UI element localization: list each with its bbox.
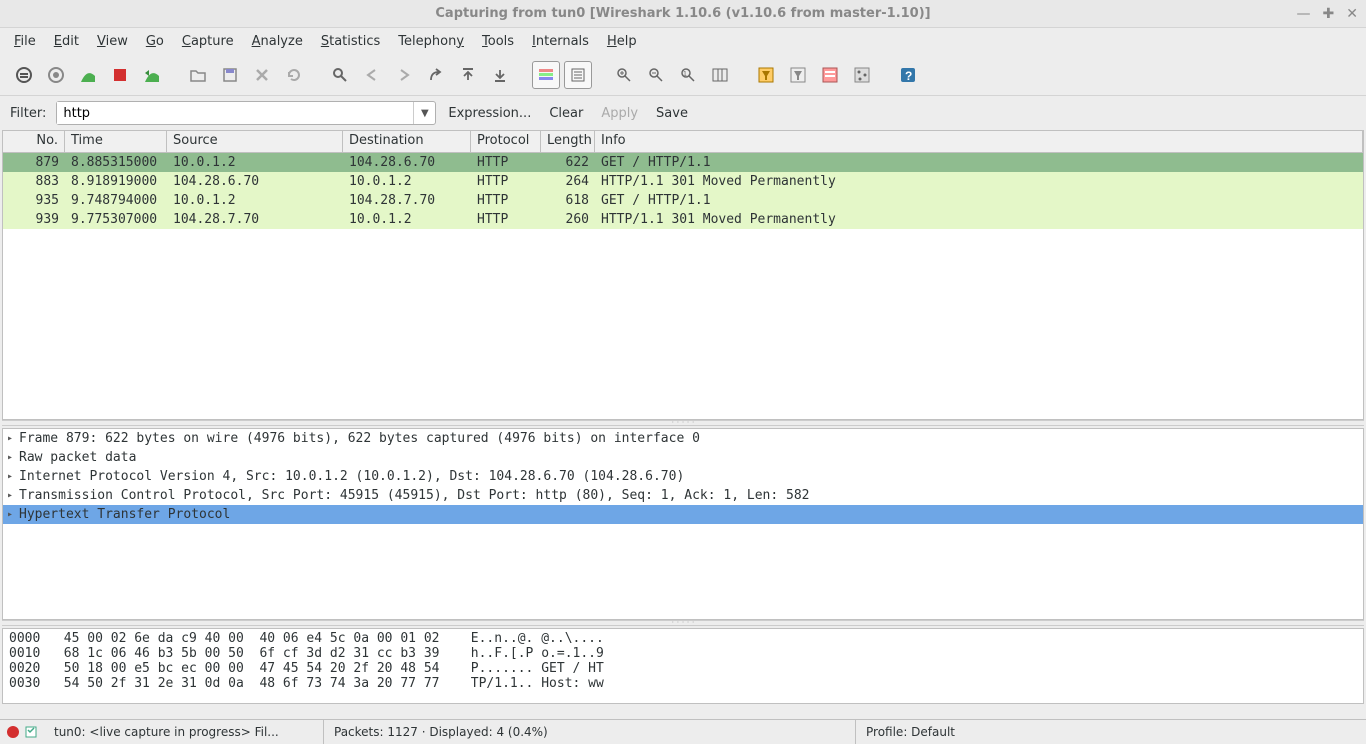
splitter-1[interactable]: · · · · · [2, 420, 1364, 426]
menu-statistics[interactable]: Statistics [313, 31, 388, 52]
filter-input[interactable] [57, 102, 413, 124]
detail-row[interactable]: ▸Hypertext Transfer Protocol [3, 505, 1363, 524]
packet-row[interactable]: 8838.918919000104.28.6.7010.0.1.2HTTP264… [3, 172, 1363, 191]
menu-go[interactable]: Go [138, 31, 172, 52]
capture-comment-icon[interactable] [24, 725, 38, 739]
close-file-button[interactable] [248, 61, 276, 89]
resize-columns-button[interactable] [706, 61, 734, 89]
start-capture-button[interactable] [74, 61, 102, 89]
filter-input-wrap: ▼ [56, 101, 436, 125]
status-profile[interactable]: Profile: Default [856, 720, 1366, 744]
packet-list-body[interactable]: 8798.88531500010.0.1.2104.28.6.70HTTP622… [3, 153, 1363, 229]
splitter-2[interactable]: · · · · · [2, 620, 1364, 626]
menu-file[interactable]: File [6, 31, 44, 52]
packet-list-header: No. Time Source Destination Protocol Len… [3, 131, 1363, 153]
menu-help[interactable]: Help [599, 31, 645, 52]
goto-packet-button[interactable] [422, 61, 450, 89]
autoscroll-button[interactable] [564, 61, 592, 89]
svg-text:1: 1 [683, 71, 687, 78]
open-file-button[interactable] [184, 61, 212, 89]
zoom-out-button[interactable] [642, 61, 670, 89]
status-file: tun0: <live capture in progress> Fil... [44, 720, 324, 744]
status-bar: tun0: <live capture in progress> Fil... … [0, 719, 1366, 744]
packet-bytes-pane[interactable]: 0000 45 00 02 6e da c9 40 00 40 06 e4 5c… [2, 628, 1364, 704]
svg-text:?: ? [905, 69, 912, 83]
reload-button[interactable] [280, 61, 308, 89]
coloring-rules-button[interactable] [816, 61, 844, 89]
go-back-button[interactable] [358, 61, 386, 89]
menu-view[interactable]: View [89, 31, 136, 52]
col-destination[interactable]: Destination [343, 131, 471, 152]
title-bar: Capturing from tun0 [Wireshark 1.10.6 (v… [0, 0, 1366, 28]
menu-tools[interactable]: Tools [474, 31, 522, 52]
filter-label: Filter: [10, 106, 46, 121]
packet-row[interactable]: 8798.88531500010.0.1.2104.28.6.70HTTP622… [3, 153, 1363, 172]
detail-row[interactable]: ▸Raw packet data [3, 448, 1363, 467]
detail-row[interactable]: ▸Internet Protocol Version 4, Src: 10.0.… [3, 467, 1363, 486]
menu-bar: FileEditViewGoCaptureAnalyzeStatisticsTe… [0, 28, 1366, 54]
window-title: Capturing from tun0 [Wireshark 1.10.6 (v… [435, 6, 930, 21]
status-packets: Packets: 1127 · Displayed: 4 (0.4%) [324, 720, 856, 744]
zoom-in-button[interactable] [610, 61, 638, 89]
menu-edit[interactable]: Edit [46, 31, 87, 52]
goto-last-button[interactable] [486, 61, 514, 89]
filter-dropdown-icon[interactable]: ▼ [413, 102, 435, 124]
packet-details-pane[interactable]: ▸Frame 879: 622 bytes on wire (4976 bits… [2, 428, 1364, 620]
col-no[interactable]: No. [3, 131, 65, 152]
col-info[interactable]: Info [595, 131, 1363, 152]
menu-telephony[interactable]: Telephony [390, 31, 472, 52]
restart-capture-button[interactable] [138, 61, 166, 89]
interfaces-button[interactable] [10, 61, 38, 89]
detail-row[interactable]: ▸Frame 879: 622 bytes on wire (4976 bits… [3, 429, 1363, 448]
col-protocol[interactable]: Protocol [471, 131, 541, 152]
detail-row[interactable]: ▸Transmission Control Protocol, Src Port… [3, 486, 1363, 505]
close-button[interactable]: ✕ [1346, 6, 1358, 22]
clear-button[interactable]: Clear [543, 104, 589, 123]
expression-button[interactable]: Expression... [442, 104, 537, 123]
menu-analyze[interactable]: Analyze [244, 31, 311, 52]
stop-capture-button[interactable] [106, 61, 134, 89]
display-filters-button[interactable] [784, 61, 812, 89]
options-button[interactable] [42, 61, 70, 89]
packet-row[interactable]: 9399.775307000104.28.7.7010.0.1.2HTTP260… [3, 210, 1363, 229]
apply-button[interactable]: Apply [595, 104, 644, 123]
menu-capture[interactable]: Capture [174, 31, 242, 52]
goto-first-button[interactable] [454, 61, 482, 89]
packet-row[interactable]: 9359.74879400010.0.1.2104.28.7.70HTTP618… [3, 191, 1363, 210]
save-button[interactable] [216, 61, 244, 89]
col-source[interactable]: Source [167, 131, 343, 152]
window-controls: — ✚ ✕ [1297, 6, 1358, 22]
save-filter-button[interactable]: Save [650, 104, 694, 123]
go-forward-button[interactable] [390, 61, 418, 89]
find-button[interactable] [326, 61, 354, 89]
colorize-button[interactable] [532, 61, 560, 89]
expert-info-icon[interactable] [6, 725, 20, 739]
zoom-reset-button[interactable]: 1 [674, 61, 702, 89]
expand-icon[interactable]: ▸ [7, 471, 19, 482]
status-icons [0, 725, 44, 739]
minimize-button[interactable]: — [1297, 6, 1311, 22]
col-time[interactable]: Time [65, 131, 167, 152]
expand-icon[interactable]: ▸ [7, 490, 19, 501]
menu-internals[interactable]: Internals [524, 31, 597, 52]
help-button[interactable]: ? [894, 61, 922, 89]
expand-icon[interactable]: ▸ [7, 509, 19, 520]
filter-toolbar: Filter: ▼ Expression... Clear Apply Save [0, 96, 1366, 130]
packet-list-pane: No. Time Source Destination Protocol Len… [2, 130, 1364, 420]
main-toolbar: 1 ? [0, 54, 1366, 96]
capture-filters-button[interactable] [752, 61, 780, 89]
expand-icon[interactable]: ▸ [7, 452, 19, 463]
maximize-button[interactable]: ✚ [1323, 6, 1335, 22]
expand-icon[interactable]: ▸ [7, 433, 19, 444]
col-length[interactable]: Length [541, 131, 595, 152]
preferences-button[interactable] [848, 61, 876, 89]
